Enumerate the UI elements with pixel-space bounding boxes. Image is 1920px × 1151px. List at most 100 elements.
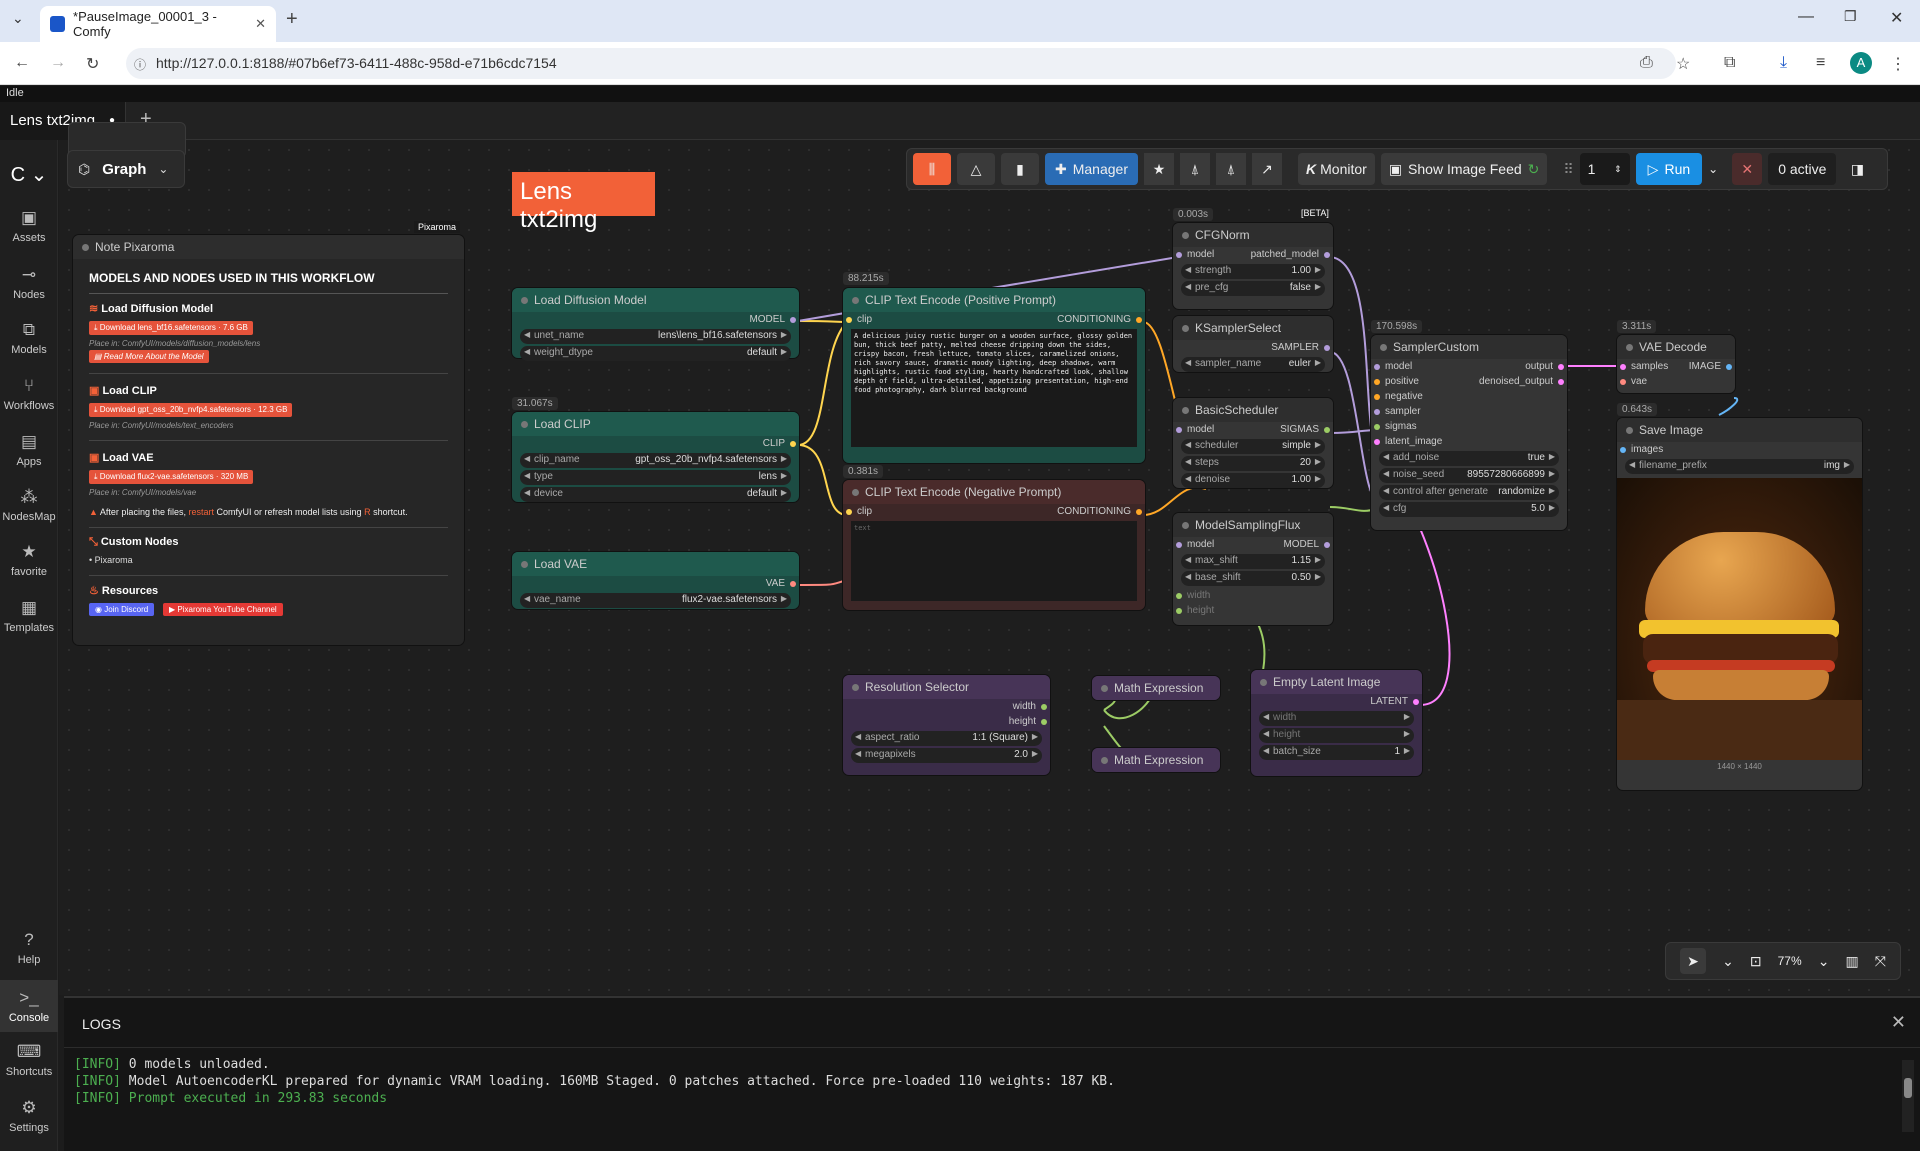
basic-scheduler-node[interactable]: BasicScheduler model SIGMAS scheduler simp… [1173, 398, 1333, 488]
prompt-textarea[interactable]: A delicious juicy rustic burger on a woo… [851, 329, 1137, 447]
active-queue-count[interactable]: 0 active [1768, 153, 1837, 185]
back-icon[interactable]: ← [14, 54, 30, 72]
widget-max-shift[interactable]: max_shift 1.15 [1181, 554, 1325, 569]
input-dot[interactable] [1374, 439, 1380, 445]
widget-noise-seed[interactable]: noise_seed 89557280666899 [1379, 468, 1559, 483]
share-icon[interactable]: ↗ [1252, 153, 1282, 185]
math-expression-node[interactable]: Math Expression [1092, 748, 1220, 772]
join-discord-button[interactable]: ◉ Join Discord [89, 603, 155, 616]
output-dot[interactable] [1324, 252, 1330, 258]
widget-aspect-ratio[interactable]: aspect_ratio 1:1 (Square) [851, 731, 1042, 746]
input-dot[interactable] [1620, 447, 1626, 453]
widget-weight-dtype[interactable]: weight_dtype default [520, 346, 791, 361]
resolution-selector-node[interactable]: Resolution Selector width height aspect_… [843, 675, 1050, 775]
sidebar-item-nodesmap[interactable]: ⁂ NodesMap [0, 487, 58, 523]
sidebar-item-help[interactable]: ? Help [0, 930, 58, 966]
install-app-icon[interactable]: ⎙ [1640, 54, 1653, 72]
widget-cfg[interactable]: cfg 5.0 [1379, 502, 1559, 517]
widget-vae-name[interactable]: vae_name flux2-vae.safetensors [520, 593, 791, 608]
new-tab-icon[interactable]: + [286, 8, 298, 31]
widget-sampler-name[interactable]: sampler_name euler [1181, 357, 1325, 372]
vae-decode-node[interactable]: VAE Decode samples IMAGE vae [1617, 335, 1735, 393]
widget-unet-name[interactable]: unet_name lens\lens_bf16.safetensors [520, 329, 791, 344]
sidebar-item-assets[interactable]: ▣ Assets [0, 208, 58, 244]
negative-prompt-node[interactable]: CLIP Text Encode (Negative Prompt) clip C… [843, 480, 1145, 610]
sidebar-item-apps[interactable]: ▤ Apps [0, 432, 58, 468]
widget-base-shift[interactable]: base_shift 0.50 [1181, 571, 1325, 586]
widget-batch-size[interactable]: batch_size 1 [1259, 745, 1414, 760]
negative-textarea[interactable]: text [851, 521, 1137, 601]
input-dot[interactable] [1374, 394, 1380, 400]
sidebar-item-models[interactable]: ⧉ Models [0, 320, 58, 356]
zoom-level[interactable]: 77% [1778, 954, 1802, 968]
widget-width[interactable]: width [1259, 711, 1414, 726]
output-dot[interactable] [790, 441, 796, 447]
manager-button[interactable]: ✚ Manager [1045, 153, 1138, 185]
load-vae-node[interactable]: Load VAE VAE vae_name flux2-vae.safetenso… [512, 552, 799, 609]
sampler-custom-node[interactable]: SamplerCustom model output positive denois… [1371, 335, 1567, 530]
sidebar-item-shortcuts[interactable]: ⌨ Shortcuts [0, 1042, 58, 1078]
save-image-node[interactable]: Save Image images filename_prefix img 144… [1617, 418, 1862, 790]
output-dot[interactable] [1136, 509, 1142, 515]
widget-control-after-generate[interactable]: control after generate randomize [1379, 485, 1559, 500]
logo-alt-icon[interactable]: ⍋ [1216, 153, 1246, 185]
input-dot[interactable] [1374, 409, 1380, 415]
load-diffusion-model-node[interactable]: Load Diffusion Model MODEL unet_name lens… [512, 288, 799, 361]
sidebar-item-console[interactable]: >_ Console [0, 980, 58, 1032]
tab-list-icon[interactable]: ⌄ [12, 10, 24, 27]
output-dot[interactable] [1324, 427, 1330, 433]
output-dot[interactable] [1558, 364, 1564, 370]
show-image-feed-button[interactable]: ▣ Show Image Feed ↻ [1380, 153, 1548, 185]
input-dot[interactable] [1176, 252, 1182, 258]
bookmark-icon[interactable]: ▮ [1001, 153, 1039, 185]
cancel-icon[interactable]: ✕ [1732, 153, 1763, 185]
input-dot[interactable] [1620, 364, 1626, 370]
download-diffusion-button[interactable]: ⤓ Download lens_bf16.safetensors · 7.6 G… [89, 321, 253, 335]
widget-pre-cfg[interactable]: pre_cfg false [1181, 281, 1325, 296]
output-dot[interactable] [1136, 317, 1142, 323]
logo-icon[interactable]: ⍋ [1180, 153, 1210, 185]
widget-strength[interactable]: strength 1.00 [1181, 264, 1325, 279]
input-dot[interactable] [846, 317, 852, 323]
widget-add-noise[interactable]: add_noise true [1379, 451, 1559, 466]
download-vae-button[interactable]: ⤓ Download flux2-vae.safetensors · 320 M… [89, 470, 254, 484]
cfgnorm-node[interactable]: CFGNorm modelpatched_model strength1.00 … [1173, 223, 1333, 309]
scroll-thumb[interactable] [1904, 1078, 1912, 1098]
input-dot[interactable] [1374, 379, 1380, 385]
input-dot[interactable] [1374, 364, 1380, 370]
restore-icon[interactable]: ❐ [1844, 8, 1857, 25]
output-dot[interactable] [790, 581, 796, 587]
run-button[interactable]: ▷ Run [1635, 153, 1703, 185]
url-field[interactable]: http://127.0.0.1:8188/#07b6ef73-6411-488… [126, 48, 1676, 79]
browser-menu-icon[interactable]: ⋮ [1890, 54, 1906, 74]
run-options-icon[interactable]: ⌄ [1708, 162, 1718, 176]
minimap-icon[interactable]: ▥ [1845, 953, 1858, 970]
sidebar-item-settings[interactable]: ⚙ Settings [0, 1098, 58, 1134]
pixaroma-icon[interactable]: ⫼ [913, 153, 951, 185]
fit-view-icon[interactable]: ⊡ [1750, 953, 1762, 970]
extensions-icon[interactable]: ⧉ [1724, 54, 1735, 72]
close-logs-icon[interactable]: ✕ [1891, 1012, 1906, 1033]
widget-filename-prefix[interactable]: filename_prefix img [1625, 459, 1854, 474]
triangle-logo-icon[interactable]: △ [957, 153, 995, 185]
math-expression-node[interactable]: Math Expression [1092, 676, 1220, 700]
widget-type[interactable]: type lens [520, 470, 791, 485]
positive-prompt-node[interactable]: CLIP Text Encode (Positive Prompt) clip C… [843, 288, 1145, 463]
browser-tab[interactable]: *PauseImage_00001_3 - Comfy ✕ [40, 6, 276, 42]
drag-handle-icon[interactable]: ⠿ [1563, 161, 1573, 178]
note-node[interactable]: Pixaroma Note Pixaroma MODELS AND NODES … [73, 221, 464, 645]
output-dot[interactable] [1324, 542, 1330, 548]
reload-icon[interactable]: ↻ [86, 54, 99, 74]
widget-clip-name[interactable]: clip_name gpt_oss_20b_nvfp4.safetensors [520, 453, 791, 468]
download-icon[interactable]: ⤓ [1780, 54, 1787, 72]
load-clip-node[interactable]: Load CLIP CLIP clip_name gpt_oss_20b_nvfp… [512, 412, 799, 502]
widget-megapixels[interactable]: megapixels 2.0 [851, 748, 1042, 763]
output-dot[interactable] [1041, 719, 1047, 725]
minimize-icon[interactable]: — [1798, 8, 1814, 26]
forward-icon[interactable]: → [50, 54, 66, 72]
close-tab-icon[interactable]: ✕ [255, 16, 266, 32]
close-window-icon[interactable]: ✕ [1890, 8, 1903, 28]
media-icon[interactable]: ≡ [1816, 54, 1825, 72]
toggle-panel-icon[interactable]: ◨ [1842, 153, 1872, 185]
input-dot[interactable] [1176, 608, 1182, 614]
